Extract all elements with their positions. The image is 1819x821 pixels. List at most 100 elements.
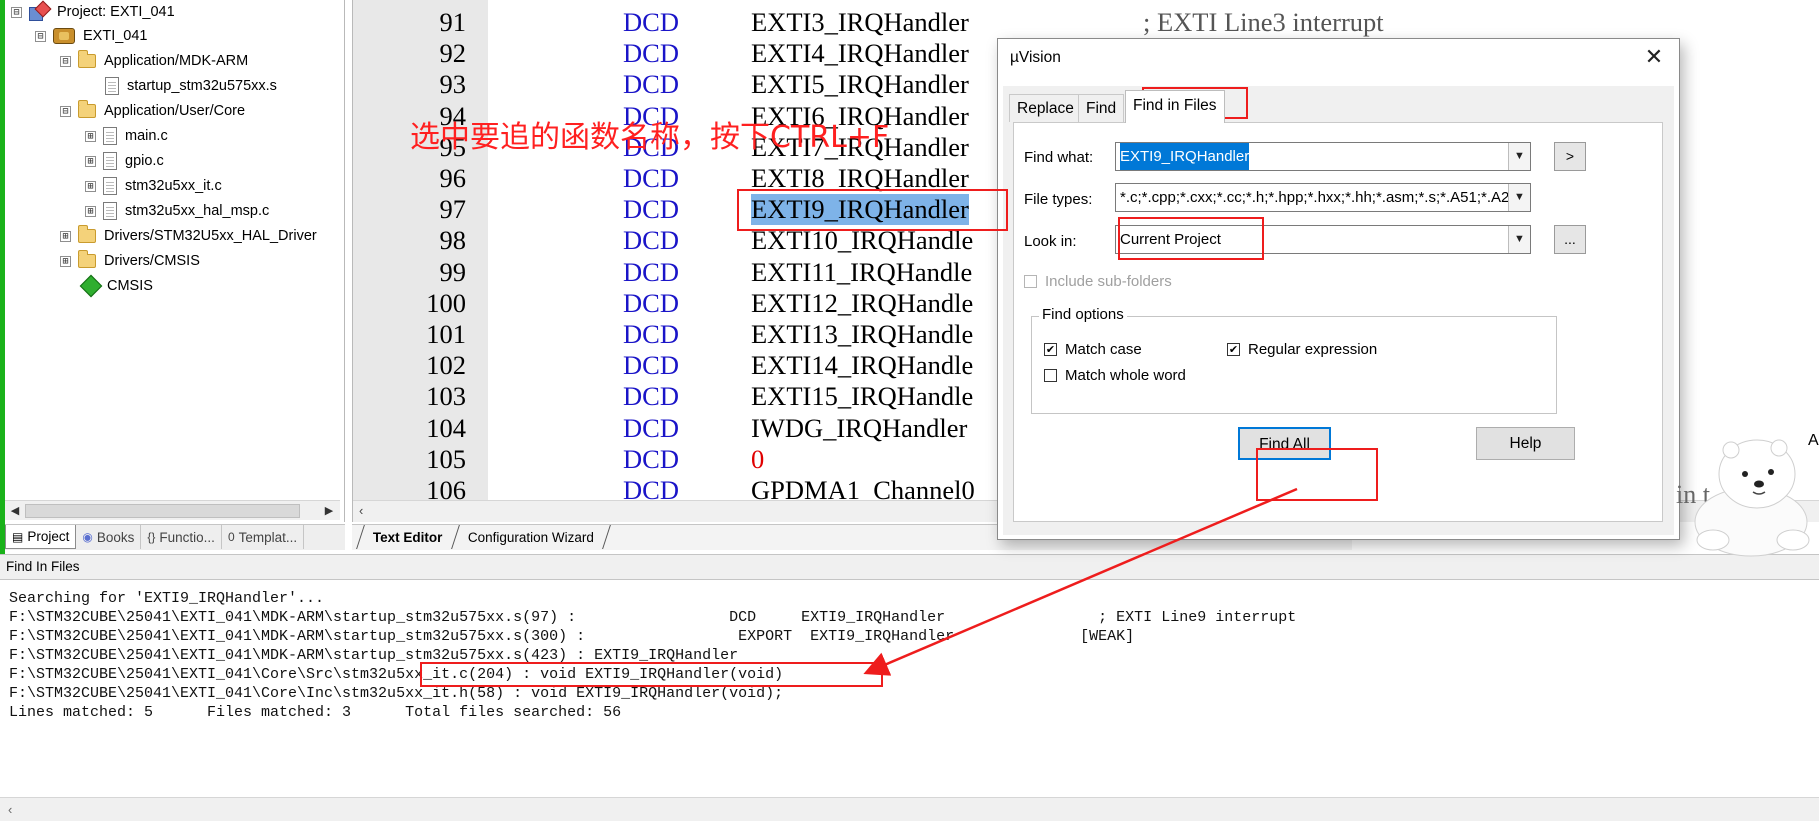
- collapse-toggle-icon[interactable]: ⊟: [60, 105, 71, 117]
- expand-toggle-icon[interactable]: ⊞: [60, 255, 71, 267]
- chevron-down-icon[interactable]: ▼: [1508, 184, 1530, 211]
- tab-text-editor[interactable]: Text Editor: [356, 525, 460, 549]
- symbol-token[interactable]: EXTI8_IRQHandler: [751, 163, 969, 194]
- expand-toggle-icon[interactable]: ⊞: [85, 130, 96, 142]
- selected-symbol[interactable]: EXTI9_IRQHandler: [751, 194, 969, 226]
- scroll-thumb[interactable]: [25, 504, 300, 518]
- tree-item-group-mdk-arm[interactable]: ⊟ Application/MDK-ARM: [60, 49, 248, 73]
- output-line[interactable]: F:\STM32CUBE\25041\EXTI_041\Core\Inc\stm…: [9, 684, 783, 703]
- tree-item-group-user-core[interactable]: ⊟ Application/User/Core: [60, 99, 245, 123]
- collapse-toggle-icon[interactable]: ⊟: [11, 6, 22, 18]
- output-line[interactable]: F:\STM32CUBE\25041\EXTI_041\MDK-ARM\star…: [9, 608, 1296, 627]
- checkmark-icon[interactable]: ✔: [1044, 343, 1057, 356]
- target-icon: [53, 28, 75, 44]
- project-tree-pane: ⊟ Project: EXTI_041 ⊟ EXTI_041 ⊟ Applica…: [5, 0, 345, 522]
- tree-item-label: stm32u5xx_hal_msp.c: [125, 203, 270, 219]
- match-whole-word-checkbox[interactable]: Match whole word: [1044, 367, 1186, 384]
- chevron-down-icon[interactable]: ▼: [1508, 143, 1530, 170]
- symbol-token[interactable]: 0: [751, 444, 764, 475]
- symbol-token[interactable]: EXTI4_IRQHandler: [751, 38, 969, 69]
- symbol-token[interactable]: EXTI14_IRQHandle: [751, 350, 973, 381]
- checkmark-icon[interactable]: ✔: [1227, 343, 1240, 356]
- help-button[interactable]: Help: [1476, 427, 1575, 460]
- tree-item-project-root[interactable]: ⊟ Project: EXTI_041: [11, 0, 175, 24]
- expand-toggle-icon[interactable]: ⊞: [85, 180, 96, 192]
- line-number: 93: [439, 69, 467, 100]
- match-case-checkbox[interactable]: ✔ Match case: [1044, 341, 1142, 358]
- tree-item-file-startup[interactable]: startup_stm32u575xx.s: [105, 74, 277, 98]
- close-icon[interactable]: ✕: [1641, 45, 1667, 71]
- output-horizontal-scrollbar[interactable]: ‹: [0, 797, 1819, 821]
- annotation-instruction: 选中要追的函数名称，按下CTRL+F: [410, 120, 890, 155]
- line-number: 103: [426, 381, 466, 412]
- symbol-token[interactable]: EXTI15_IRQHandle: [751, 381, 973, 412]
- tree-item-file-hal-msp[interactable]: ⊞ stm32u5xx_hal_msp.c: [85, 199, 269, 223]
- tab-find-in-files[interactable]: Find in Files: [1125, 90, 1225, 123]
- keyword-token: DCD: [623, 319, 679, 349]
- collapse-toggle-icon[interactable]: ⊟: [60, 55, 71, 67]
- tree-item-file-gpio[interactable]: ⊞ gpio.c: [85, 149, 164, 173]
- tab-find[interactable]: Find: [1078, 94, 1125, 122]
- mascot-letter: A: [1808, 432, 1819, 449]
- tree-horizontal-scrollbar[interactable]: ◀ ▶: [5, 500, 340, 520]
- scroll-left-icon[interactable]: ‹: [359, 503, 363, 518]
- scroll-left-icon[interactable]: ◀: [7, 503, 23, 519]
- expand-toggle-icon[interactable]: ⊞: [85, 205, 96, 217]
- line-number: 100: [426, 287, 466, 318]
- scroll-right-icon[interactable]: ▶: [321, 503, 337, 519]
- tab-replace[interactable]: Replace: [1009, 94, 1082, 122]
- regex-menu-button[interactable]: >: [1554, 142, 1586, 171]
- tree-item-file-it[interactable]: ⊞ stm32u5xx_it.c: [85, 174, 222, 198]
- expand-toggle-icon[interactable]: ⊞: [60, 230, 71, 242]
- line-number: 96: [439, 163, 467, 193]
- project-pane-tabs: ▤ Project ◉ Books {} Functio... 0 Templa…: [5, 524, 345, 550]
- tree-item-label: startup_stm32u575xx.s: [127, 78, 277, 94]
- tab-templates[interactable]: 0 Templat...: [222, 525, 305, 549]
- tree-item-group-hal-driver[interactable]: ⊞ Drivers/STM32U5xx_HAL_Driver: [60, 224, 317, 248]
- code-line[interactable]: 91 DCD EXTI3_IRQHandler ; EXTI Line3 interr…: [353, 7, 1813, 38]
- look-in-combo[interactable]: Current Project ▼: [1115, 225, 1531, 254]
- file-types-value[interactable]: *.c;*.cpp;*.cxx;*.cc;*.h;*.hpp;*.hxx;*.h…: [1120, 184, 1530, 211]
- checkbox-box[interactable]: [1044, 369, 1057, 382]
- symbol-token[interactable]: EXTI10_IRQHandle: [751, 225, 973, 256]
- find-what-combo[interactable]: EXTI9_IRQHandler ▼: [1115, 142, 1531, 171]
- symbol-token[interactable]: EXTI11_IRQHandle: [751, 257, 972, 288]
- tab-project[interactable]: ▤ Project: [5, 525, 77, 549]
- project-icon: [29, 3, 49, 21]
- output-line[interactable]: F:\STM32CUBE\25041\EXTI_041\MDK-ARM\star…: [9, 627, 1134, 646]
- checkbox-label: Match whole word: [1065, 367, 1186, 384]
- tab-books[interactable]: ◉ Books: [76, 525, 142, 549]
- symbol-token[interactable]: EXTI13_IRQHandle: [751, 319, 973, 350]
- checkbox-box[interactable]: [1024, 275, 1037, 288]
- chevron-down-icon[interactable]: ▼: [1508, 226, 1530, 253]
- tab-label: Templat...: [238, 529, 298, 545]
- find-in-files-output[interactable]: Searching for 'EXTI9_IRQHandler'... F:\S…: [0, 582, 1819, 797]
- tree-item-group-cmsis[interactable]: ⊞ Drivers/CMSIS: [60, 249, 200, 273]
- tree-item-target[interactable]: ⊟ EXTI_041: [35, 24, 148, 48]
- symbol-token[interactable]: EXTI5_IRQHandler: [751, 69, 969, 100]
- tab-configuration-wizard[interactable]: Configuration Wizard: [452, 525, 611, 549]
- symbol-token[interactable]: EXTI3_IRQHandler: [751, 7, 969, 38]
- find-options-group: Find options ✔ Match case Match whole wo…: [1031, 306, 1557, 414]
- output-line[interactable]: Searching for 'EXTI9_IRQHandler'...: [9, 589, 324, 608]
- file-types-combo[interactable]: *.c;*.cpp;*.cxx;*.cc;*.h;*.hpp;*.hxx;*.h…: [1115, 183, 1531, 212]
- expand-toggle-icon[interactable]: ⊞: [85, 155, 96, 167]
- regular-expression-checkbox[interactable]: ✔ Regular expression: [1227, 341, 1377, 358]
- find-what-value[interactable]: EXTI9_IRQHandler: [1120, 143, 1250, 170]
- file-icon: [103, 127, 117, 145]
- tree-item-file-main[interactable]: ⊞ main.c: [85, 124, 168, 148]
- browse-button[interactable]: ...: [1554, 225, 1586, 254]
- output-line[interactable]: F:\STM32CUBE\25041\EXTI_041\MDK-ARM\star…: [9, 646, 738, 665]
- collapse-toggle-icon[interactable]: ⊟: [35, 30, 46, 42]
- keyword-token: DCD: [623, 256, 679, 287]
- tab-functions[interactable]: {} Functio...: [141, 525, 222, 549]
- symbol-token[interactable]: EXTI12_IRQHandle: [751, 288, 973, 319]
- scroll-left-icon[interactable]: ‹: [8, 802, 12, 817]
- symbol-token[interactable]: IWDG_IRQHandler: [751, 413, 967, 444]
- find-all-button[interactable]: Find All: [1238, 427, 1331, 460]
- look-in-value[interactable]: Current Project: [1120, 226, 1221, 253]
- keyword-token: DCD: [623, 443, 679, 474]
- output-line[interactable]: F:\STM32CUBE\25041\EXTI_041\Core\Src\stm…: [9, 665, 783, 684]
- include-subfolders-checkbox[interactable]: Include sub-folders: [1024, 273, 1172, 290]
- tree-item-cmsis-component[interactable]: CMSIS: [79, 274, 153, 298]
